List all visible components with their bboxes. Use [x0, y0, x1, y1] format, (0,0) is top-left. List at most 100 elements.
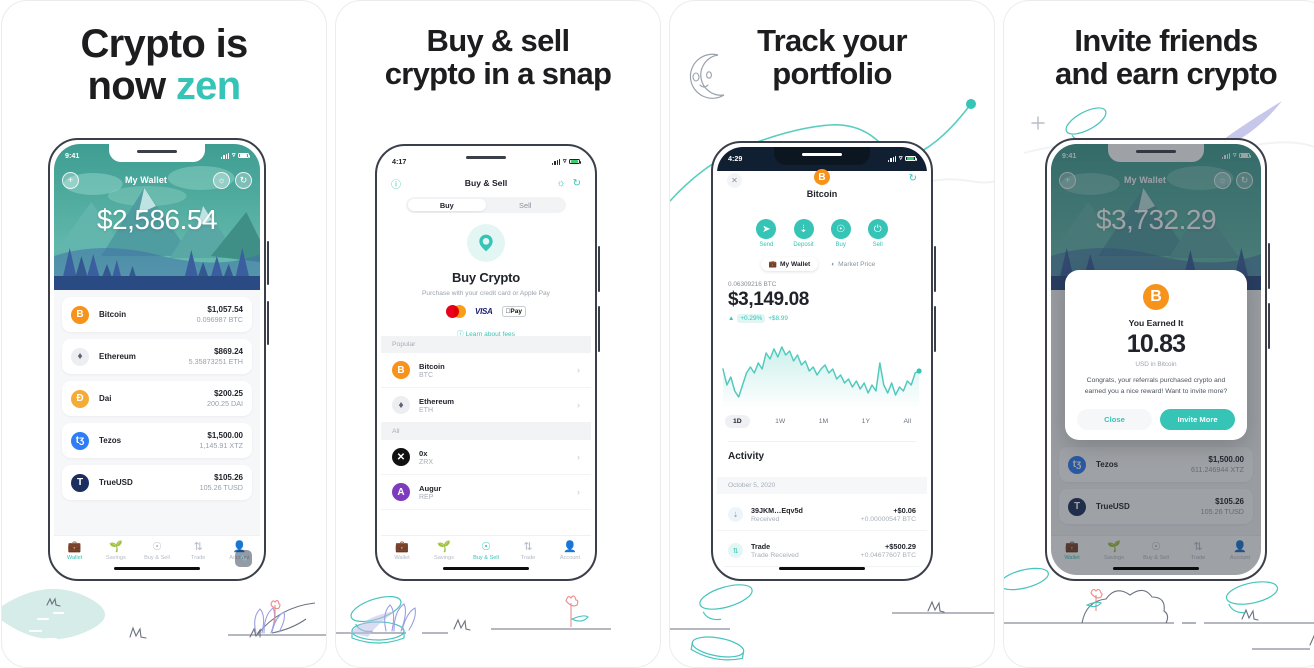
holdings-value: $3,149.08	[728, 289, 809, 310]
pill-my-wallet[interactable]: 💼 My Wallet	[760, 257, 819, 271]
buy-crypto-hero: Buy Crypto Purchase with your credit car…	[381, 224, 591, 338]
phone-side-button	[267, 241, 269, 285]
activity-title: Activity	[728, 451, 765, 462]
wifi-icon: ▿	[231, 152, 236, 159]
home-indicator	[443, 566, 529, 570]
tab-savings[interactable]: 🌱 Savings	[423, 541, 465, 561]
range-1w[interactable]: 1W	[767, 415, 793, 428]
sprout-icon: 🌱	[108, 541, 123, 553]
apple-pay-icon: Pay	[501, 306, 526, 317]
tab-wallet[interactable]: 💼 Wallet	[381, 541, 423, 561]
transaction-row[interactable]: ⇣ 39JKM…Eqv5d Received +$0.06 +0.00000547 …	[717, 499, 927, 531]
close-icon[interactable]: ✕	[727, 173, 742, 188]
action-send[interactable]: ➤ Send	[756, 219, 777, 248]
battery-icon	[238, 152, 250, 159]
action-buy[interactable]: ☉ Buy	[830, 219, 851, 248]
transaction-row[interactable]: ⇅ Trade Trade Received +$500.29 +0.0467760…	[717, 535, 927, 567]
action-sell[interactable]: ⏻ Sell	[867, 219, 888, 248]
notification-bell-icon[interactable]: ☼	[556, 178, 565, 189]
dai-icon: Ð	[71, 389, 89, 408]
chart-range-selector[interactable]: 1D 1W 1M 1Y All	[725, 415, 919, 428]
augur-icon: A	[392, 483, 410, 501]
coin-row[interactable]: ✕ 0x ZRX ›	[381, 440, 591, 475]
range-1y[interactable]: 1Y	[854, 415, 878, 428]
trade-icon: ⇅	[523, 541, 533, 553]
tab-buy-sell[interactable]: ☉ Buy & Sell	[465, 541, 507, 561]
phone-mockup: 4:29 ▿ ✕ ↻ B Bitcoin ➤ Send ⇣ Deposit ☉ …	[711, 141, 933, 581]
change-percent: +0.29%	[737, 314, 766, 323]
asset-amount: 200.25 DAI	[207, 399, 243, 408]
arrow-up-icon: ▲	[728, 315, 735, 322]
status-time: 9:41	[65, 151, 80, 160]
history-icon[interactable]: ↻	[234, 171, 252, 189]
tx-title: Trade	[751, 542, 771, 551]
tab-trade[interactable]: ⇅ Trade	[178, 541, 219, 561]
tab-label: Savings	[434, 555, 454, 561]
wallet-balance: $2,586.54	[96, 204, 218, 235]
action-label: Sell	[872, 242, 883, 248]
pill-label: Market Price	[838, 260, 876, 268]
add-button[interactable]: +	[62, 171, 79, 189]
coin-ticker: ZRX	[419, 458, 433, 466]
history-icon[interactable]: ↻	[909, 173, 917, 184]
coin-row[interactable]: ♦ Ethereum ETH ›	[381, 388, 591, 423]
wifi-icon: ▿	[562, 158, 567, 165]
asset-row[interactable]: Ð Dai $200.25 200.25 DAI	[62, 381, 252, 416]
divider	[728, 441, 916, 442]
tab-savings[interactable]: 🌱 Savings	[95, 541, 136, 561]
phone-side-button	[1268, 303, 1270, 349]
modal-description: Congrats, your referrals purchased crypt…	[1084, 377, 1228, 395]
tx-subtitle: Received	[751, 516, 780, 523]
range-all[interactable]: All	[895, 415, 919, 428]
phone-side-button	[598, 306, 600, 352]
swap-icon: ⇅	[728, 543, 743, 558]
tx-amount: +0.04677607 BTC	[860, 552, 916, 559]
panel-headline: Crypto is now zen	[2, 23, 326, 108]
panel-headline: Track your portfolio	[670, 24, 994, 91]
asset-row[interactable]: B Bitcoin $1,057.54 0.096987 BTC	[62, 297, 252, 332]
wallet-icon: 💼	[395, 541, 409, 553]
tab-account[interactable]: 👤 Account	[549, 541, 591, 561]
action-deposit[interactable]: ⇣ Deposit	[793, 219, 814, 248]
phone-side-button	[598, 246, 600, 292]
tab-trade[interactable]: ⇅ Trade	[507, 541, 549, 561]
home-indicator	[1113, 566, 1199, 570]
tab-label: Trade	[520, 555, 536, 561]
coin-row[interactable]: B Bitcoin BTC ›	[381, 353, 591, 388]
visa-icon: VISA	[475, 307, 493, 316]
wallet-market-toggle[interactable]: 💼 My Wallet ◐ Market Price	[717, 257, 927, 271]
pill-market-price[interactable]: ◐ Market Price	[823, 257, 883, 271]
close-button[interactable]: Close	[1077, 409, 1152, 431]
headline-line-2a: now	[87, 64, 176, 109]
coin-name: Ethereum	[419, 396, 455, 406]
group-label-popular: Popular	[381, 336, 591, 353]
history-icon[interactable]: ↻	[573, 178, 581, 189]
tab-wallet[interactable]: 💼 Wallet	[54, 541, 95, 561]
status-time: 4:17	[392, 157, 407, 166]
price-sparkline-chart	[721, 339, 923, 409]
tab-label: Savings	[105, 555, 126, 561]
asset-row[interactable]: ♦ Ethereum $869.24 5.35873251 ETH	[62, 339, 252, 374]
notification-bell-icon[interactable]: ☼	[212, 171, 230, 189]
segment-buy[interactable]: Buy	[407, 198, 486, 212]
zerox-icon: ✕	[392, 448, 410, 466]
segment-sell[interactable]: Sell	[486, 199, 564, 212]
asset-amount: 0.096987 BTC	[196, 315, 243, 324]
range-1m[interactable]: 1M	[811, 415, 836, 428]
asset-row[interactable]: tʒ Tezos $1,500.00 1,145.91 XTZ	[62, 423, 252, 458]
phone-screen: 9:41 ▿ + My Wallet ☼ ↻ $3,732.29 tʒ Tezo…	[1051, 144, 1261, 575]
wallet-title: My Wallet	[124, 175, 168, 185]
coin-row[interactable]: A Augur REP ›	[381, 475, 591, 510]
info-icon[interactable]: ⓘ	[391, 176, 401, 191]
tx-title: 39JKM…Eqv5d	[751, 506, 803, 515]
buy-sell-segmented-control[interactable]: Buy Sell	[406, 197, 566, 213]
asset-row[interactable]: T TrueUSD $105.26 105.26 TUSD	[62, 465, 252, 500]
invite-more-button[interactable]: Invite More	[1160, 409, 1235, 431]
panel-headline: Invite friends and earn crypto	[1004, 24, 1314, 91]
tab-buy-sell[interactable]: ☉ Buy & Sell	[136, 541, 177, 561]
screenshot-panel-portfolio: Track your portfolio 4:29 ▿ ✕ ↻ B Bitcoi…	[669, 0, 995, 668]
chart-toggle-icon[interactable]: ∿	[235, 550, 252, 567]
buysell-icon: ☉	[152, 541, 162, 553]
range-1d[interactable]: 1D	[725, 415, 750, 428]
tab-label: Trade	[191, 555, 206, 561]
